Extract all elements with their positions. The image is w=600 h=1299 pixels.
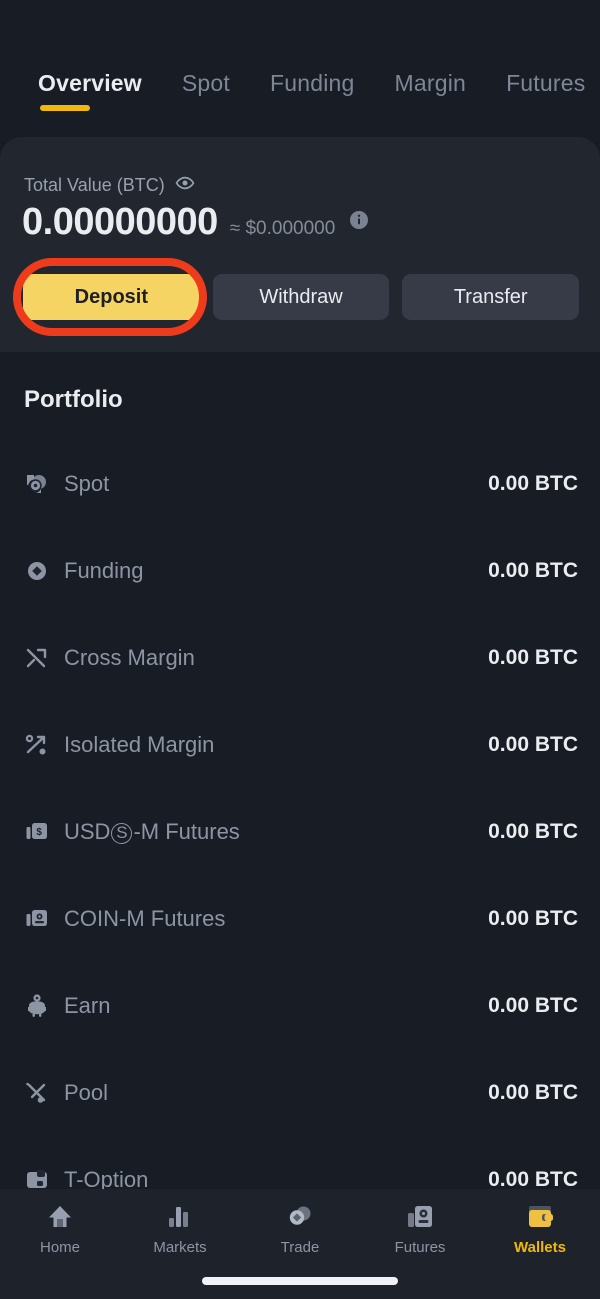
isolated-margin-icon — [24, 732, 50, 758]
withdraw-button[interactable]: Withdraw — [212, 274, 390, 320]
nav-item-label: Markets — [153, 1239, 207, 1256]
circled-s-glyph: S — [111, 822, 133, 844]
tab-overview-label: Overview — [38, 70, 142, 96]
row-left: Pool — [24, 1080, 108, 1106]
nav-item-label: Home — [39, 1239, 80, 1256]
wallet-tab-bar: Overview Spot Funding Margin Futures — [0, 70, 600, 137]
portfolio-row-label: Earn — [64, 992, 111, 1018]
portfolio-row-funding[interactable]: Funding 0.00 BTC — [0, 527, 600, 614]
portfolio-row-label: Pool — [64, 1079, 109, 1105]
nav-item-home[interactable]: Home — [0, 1202, 120, 1256]
pool-icon — [24, 1080, 50, 1106]
portfolio-row-usd-m-futures[interactable]: $ USD S -M Futures 0.00 BTC — [0, 788, 600, 875]
row-left: Spot — [24, 471, 109, 497]
row-left: Funding — [24, 558, 144, 584]
svg-text:$: $ — [36, 827, 42, 838]
tab-active-underline — [40, 105, 90, 111]
portfolio-row-label: Isolated Margin — [64, 731, 215, 757]
portfolio-row-label: Cross Margin — [64, 644, 195, 670]
portfolio-list: Spot 0.00 BTC Funding 0.00 BTC Cross Mar… — [0, 440, 600, 1223]
total-value-label-row: Total Value (BTC) — [24, 173, 195, 198]
portfolio-row-earn[interactable]: Earn 0.00 BTC — [0, 962, 600, 1049]
portfolio-row-value: 0.00 BTC — [488, 732, 578, 756]
tab-futures-label: Futures — [506, 70, 586, 96]
total-value-label: Total Value (BTC) — [24, 175, 165, 195]
tab-overview[interactable]: Overview — [38, 70, 142, 111]
nav-item-label: Wallets — [514, 1239, 566, 1256]
markets-icon — [165, 1202, 195, 1232]
portfolio-row-value: 0.00 BTC — [488, 558, 578, 582]
tab-spot-label: Spot — [181, 70, 231, 96]
nav-item-label: Futures — [394, 1239, 446, 1256]
earn-icon — [24, 993, 50, 1019]
coin-m-futures-icon — [24, 906, 50, 932]
transfer-button[interactable]: Transfer — [402, 274, 580, 320]
wallet-action-buttons: Deposit Withdraw Transfer — [23, 274, 580, 320]
nav-item-trade[interactable]: Trade — [240, 1202, 360, 1256]
nav-item-label: Trade — [280, 1239, 320, 1256]
home-indicator — [202, 1277, 398, 1285]
tab-futures[interactable]: Futures — [506, 70, 585, 111]
tab-margin-label: Margin — [394, 70, 467, 96]
portfolio-row-value: 0.00 BTC — [488, 1080, 578, 1104]
home-icon — [45, 1202, 75, 1232]
usd-m-futures-icon: $ — [24, 819, 50, 845]
portfolio-row-value: 0.00 BTC — [488, 471, 578, 495]
portfolio-row-spot[interactable]: Spot 0.00 BTC — [0, 440, 600, 527]
portfolio-row-isolated-margin[interactable]: Isolated Margin 0.00 BTC — [0, 701, 600, 788]
row-left: Earn — [24, 993, 110, 1019]
row-left: COIN-M Futures — [24, 906, 225, 932]
portfolio-row-value: 0.00 BTC — [488, 645, 578, 669]
portfolio-heading: Portfolio — [24, 386, 123, 413]
portfolio-row-coin-m-futures[interactable]: COIN-M Futures 0.00 BTC — [0, 875, 600, 962]
info-icon[interactable] — [349, 210, 369, 235]
portfolio-row-value: 0.00 BTC — [488, 1167, 578, 1191]
total-value-row: 0.00000000 ≈ $0.000000 — [22, 201, 369, 244]
trade-icon — [285, 1202, 315, 1232]
deposit-button[interactable]: Deposit — [23, 274, 200, 320]
wallet-overview-screen: Overview Spot Funding Margin Futures Tot… — [0, 0, 600, 1299]
total-value-amount: 0.00000000 — [22, 201, 218, 243]
nav-item-wallets[interactable]: Wallets — [480, 1202, 600, 1256]
portfolio-row-label: USD S -M Futures — [64, 818, 240, 844]
portfolio-row-value: 0.00 BTC — [488, 819, 578, 843]
spot-icon — [24, 471, 50, 497]
portfolio-row-cross-margin[interactable]: Cross Margin 0.00 BTC — [0, 614, 600, 701]
total-value-approx: ≈ $0.000000 — [229, 218, 336, 239]
portfolio-row-value: 0.00 BTC — [488, 993, 578, 1017]
nav-item-futures[interactable]: Futures — [360, 1202, 480, 1256]
futures-icon — [405, 1202, 435, 1232]
row-left: Isolated Margin — [24, 732, 214, 758]
funding-icon — [24, 558, 50, 584]
portfolio-row-label: Funding — [64, 557, 144, 583]
nav-item-markets[interactable]: Markets — [120, 1202, 240, 1256]
cross-margin-icon — [24, 645, 50, 671]
eye-icon[interactable] — [175, 173, 195, 198]
tab-spot[interactable]: Spot — [182, 70, 230, 111]
portfolio-row-value: 0.00 BTC — [488, 906, 578, 930]
row-left: $ USD S -M Futures — [24, 819, 240, 845]
wallets-icon — [525, 1202, 555, 1232]
portfolio-row-pool[interactable]: Pool 0.00 BTC — [0, 1049, 600, 1136]
portfolio-row-label: Spot — [64, 470, 110, 496]
portfolio-row-label: COIN-M Futures — [64, 905, 226, 931]
tab-funding[interactable]: Funding — [270, 70, 355, 111]
tab-margin[interactable]: Margin — [395, 70, 467, 111]
tab-funding-label: Funding — [270, 70, 355, 96]
row-left: Cross Margin — [24, 645, 195, 671]
